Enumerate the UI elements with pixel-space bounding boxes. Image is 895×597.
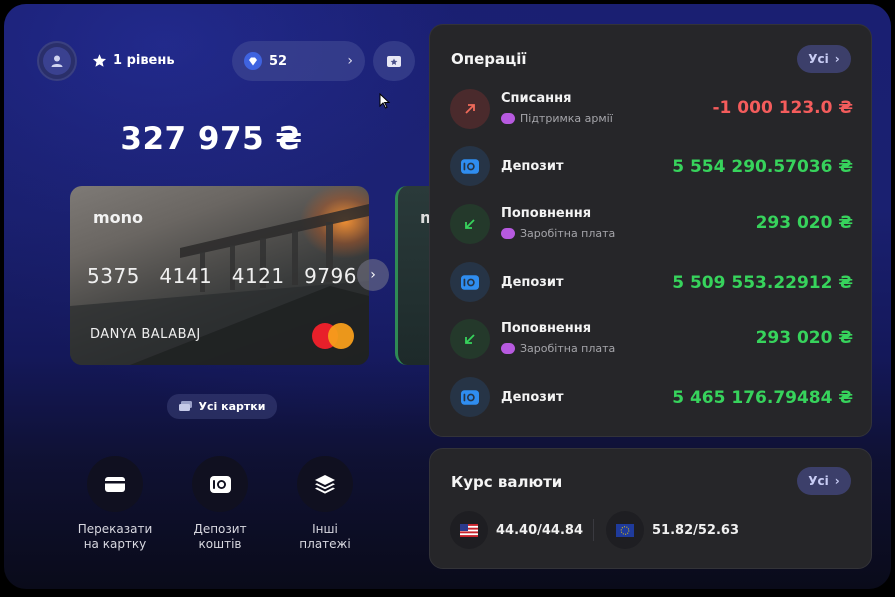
operation-row[interactable]: Поповнення Заробітна плата 293 020 ₴	[450, 319, 853, 361]
rates-divider	[593, 519, 594, 541]
card-holder-name: DANYA BALABAJ	[90, 327, 201, 342]
comment-icon	[501, 228, 515, 239]
level-badge[interactable]: 1 рівень	[92, 53, 175, 68]
comment-icon	[501, 343, 515, 354]
operation-row[interactable]: Депозит 5 465 176.79484 ₴	[450, 377, 853, 419]
operations-title: Операції	[451, 50, 527, 68]
rates-all-button[interactable]: Усі ›	[797, 467, 851, 495]
operations-panel: Операції Усі › Списання Підтримка армії …	[429, 24, 872, 437]
mouse-cursor-icon	[379, 93, 391, 109]
other-payments-button[interactable]: Інші платежі	[270, 456, 380, 552]
chevron-right-icon: ›	[347, 53, 353, 69]
profile-avatar[interactable]	[37, 41, 77, 81]
operation-amount: 5 509 553.22912 ₴	[672, 273, 853, 293]
gift-button[interactable]	[373, 41, 415, 81]
bank-card[interactable]: mono 5375 4141 4121 9796 DANYA BALABAJ	[70, 186, 369, 365]
transfer-to-card-button[interactable]: Переказати на картку	[60, 456, 170, 552]
operation-subtitle: Заробітна плата	[501, 227, 615, 240]
operation-amount: 293 020 ₴	[755, 213, 853, 233]
next-card-button[interactable]: ›	[357, 259, 389, 291]
account-balance: 327 975 ₴	[120, 121, 303, 157]
operation-title: Поповнення	[501, 206, 592, 221]
chevron-right-icon: ›	[370, 267, 376, 283]
action-label: Переказати на картку	[77, 522, 153, 551]
card-number-group: 5375	[87, 264, 140, 288]
card-number: 5375 4141 4121 9796	[87, 264, 357, 288]
rates-title: Курс валюти	[451, 473, 563, 491]
operation-amount: 5 465 176.79484 ₴	[672, 388, 853, 408]
operation-comment: Підтримка армії	[520, 112, 613, 125]
all-label: Усі	[808, 474, 829, 488]
operation-title: Депозит	[501, 390, 564, 405]
gems-count: 52	[269, 53, 288, 69]
card-number-group: 4121	[231, 264, 285, 288]
gems-button[interactable]: 52 ›	[232, 41, 365, 81]
operation-comment: Заробітна плата	[520, 227, 616, 240]
eur-rate-value: 51.82/52.63	[652, 522, 739, 538]
action-label: Депозит коштів	[193, 522, 247, 551]
user-icon	[43, 47, 71, 75]
operation-amount: 5 554 290.57036 ₴	[672, 157, 853, 177]
operation-comment: Заробітна плата	[520, 342, 616, 355]
comment-icon	[501, 113, 515, 124]
operation-title: Депозит	[501, 159, 564, 174]
operation-amount: 293 020 ₴	[755, 328, 853, 348]
operations-all-button[interactable]: Усі ›	[797, 45, 851, 73]
operation-row[interactable]: Депозит 5 509 553.22912 ₴	[450, 262, 853, 304]
operation-subtitle: Підтримка армії	[501, 112, 613, 125]
operation-title: Поповнення	[501, 321, 592, 336]
operation-row[interactable]: Поповнення Заробітна плата 293 020 ₴	[450, 204, 853, 246]
card-number-group: 4141	[159, 264, 213, 288]
gift-box-icon	[387, 56, 401, 67]
all-label: Усі	[808, 52, 829, 66]
card-number-group: 9796	[304, 264, 357, 288]
cards-stack-icon	[178, 401, 192, 411]
arrow-up-right-icon	[450, 89, 490, 129]
operation-row[interactable]: Списання Підтримка армії -1 000 123.0 ₴	[450, 89, 853, 131]
all-cards-label: Усі картки	[198, 400, 266, 413]
usd-rate[interactable]: 44.40/44.84	[450, 511, 583, 549]
layers-icon	[297, 456, 353, 512]
deposit-icon	[450, 146, 490, 186]
card-brand-logo: mono	[93, 208, 144, 227]
chevron-right-icon: ›	[834, 52, 840, 66]
eu-flag-icon	[606, 511, 644, 549]
diamond-icon	[244, 52, 262, 70]
operation-title: Списання	[501, 91, 572, 106]
action-label: Інші платежі	[299, 522, 351, 551]
camera-deposit-icon	[192, 456, 248, 512]
operation-amount: -1 000 123.0 ₴	[712, 98, 853, 118]
level-label: 1 рівень	[113, 53, 175, 68]
exchange-rates-panel: Курс валюти Усі › 44.40/44.84 51.82/52.6…	[429, 448, 872, 569]
star-icon	[92, 54, 107, 67]
usd-rate-value: 44.40/44.84	[496, 522, 583, 538]
deposit-funds-button[interactable]: Депозит коштів	[165, 456, 275, 552]
operation-subtitle: Заробітна плата	[501, 342, 615, 355]
arrow-down-left-icon	[450, 319, 490, 359]
operation-title: Депозит	[501, 275, 564, 290]
arrow-down-left-icon	[450, 204, 490, 244]
all-cards-button[interactable]: Усі картки	[167, 394, 277, 419]
operation-row[interactable]: Депозит 5 554 290.57036 ₴	[450, 146, 853, 188]
deposit-icon	[450, 262, 490, 302]
chevron-right-icon: ›	[834, 474, 840, 488]
us-flag-icon	[450, 511, 488, 549]
mastercard-logo-icon	[312, 323, 354, 349]
card-icon	[87, 456, 143, 512]
deposit-icon	[450, 377, 490, 417]
eur-rate[interactable]: 51.82/52.63	[606, 511, 739, 549]
